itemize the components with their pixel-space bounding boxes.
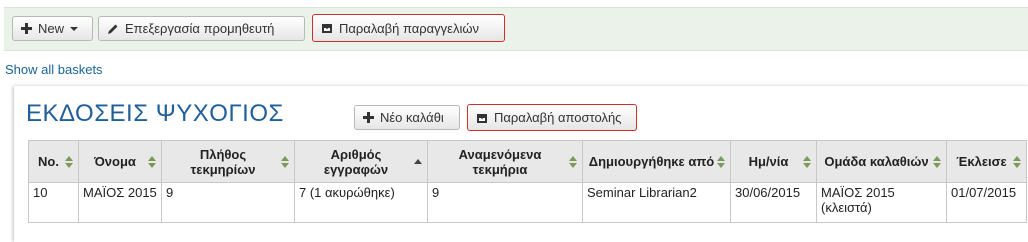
cell-date: 30/06/2015 [730,182,817,223]
cell-closed: 01/07/2015 [946,182,1027,223]
column-header-date[interactable]: Ημ/νία [730,140,817,183]
baskets-table: No. Όνομα Πλήθος τεκμηρίων Αριθμός εγγρα… [28,140,1027,223]
sort-icon [65,155,73,168]
column-header-name[interactable]: Όνομα [78,140,162,183]
caret-down-icon [70,26,79,31]
inbox-icon [477,113,487,123]
new-button[interactable]: New [12,16,93,41]
cell-created-by: Seminar Librarian2 [582,182,731,223]
column-header-closed[interactable]: Έκλεισε [946,140,1027,183]
sort-icon [148,155,156,168]
table-header-row: No. Όνομα Πλήθος τεκμηρίων Αριθμός εγγρα… [28,140,1027,183]
cell-number: 10 [28,182,79,223]
column-header-created-by[interactable]: Δημιουργήθηκε από [582,140,731,183]
inbox-icon [322,24,332,33]
cell-item-count: 9 [161,182,295,223]
plus-icon [363,112,374,123]
pencil-icon [108,24,118,34]
receive-orders-label: Παραλαβή παραγγελιών [339,20,479,36]
vendor-name-heading: ΕΚΔΟΣΕΙΣ ΨΥΧΟΓΙΟΣ [26,100,284,127]
column-header-item-count[interactable]: Πλήθος τεκμηρίων [161,140,295,183]
receive-shipment-button[interactable]: Παραλαβή αποστολής [467,104,637,131]
plus-icon [21,23,32,34]
sort-icon [803,155,811,168]
column-header-number[interactable]: No. [28,140,79,183]
receive-shipment-label: Παραλαβή αποστολής [494,110,622,125]
sort-icon [933,155,941,168]
column-header-expected-items[interactable]: Αναμενόμενα τεκμήρια [427,140,583,183]
new-basket-button[interactable]: Νέο καλάθι [354,105,460,130]
column-header-biblio-count[interactable]: Αριθμός εγγραφών [294,140,428,183]
cell-name[interactable]: ΜΑΪΟΣ 2015 [78,182,162,223]
sort-ascending-icon [414,156,422,168]
edit-vendor-button[interactable]: Επεξεργασία προμηθευτή [98,16,305,41]
table-row: 10 ΜΑΪΟΣ 2015 9 7 (1 ακυρώθηκε) 9 Semina… [28,182,1027,223]
show-all-baskets-link[interactable]: Show all baskets [5,62,103,77]
sort-icon [1013,155,1021,168]
new-button-label: New [38,21,65,36]
edit-vendor-label: Επεξεργασία προμηθευτή [125,21,275,36]
cell-basket-group: ΜΑΪΟΣ 2015 (κλειστά) [816,182,947,223]
column-header-basket-group[interactable]: Ομάδα καλαθιών [816,140,947,183]
cell-expected-items: 9 [427,182,583,223]
sort-icon [281,155,289,168]
new-basket-label: Νέο καλάθι [380,110,444,125]
cell-biblio-count: 7 (1 ακυρώθηκε) [294,182,428,223]
receive-orders-button[interactable]: Παραλαβή παραγγελιών [312,14,505,42]
sort-icon [569,155,577,168]
sort-icon [717,155,725,168]
